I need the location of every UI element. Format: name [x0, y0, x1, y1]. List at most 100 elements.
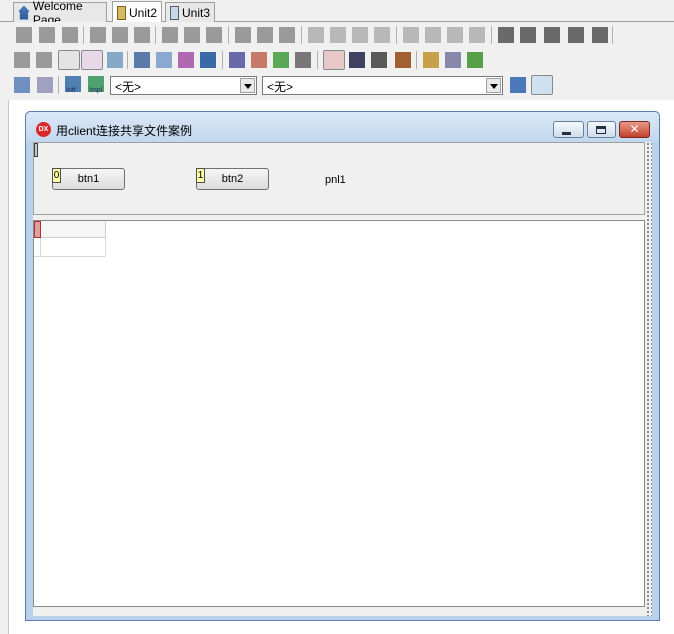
tab-label: Unit2 [128, 5, 157, 20]
align-top-icon[interactable] [90, 27, 106, 43]
space-dec-horz-icon[interactable] [206, 27, 222, 43]
minimize-icon [562, 132, 571, 135]
grid-indicator-cell [34, 221, 41, 238]
tab-unit3[interactable]: Unit3 [165, 2, 215, 22]
paste-icon[interactable] [178, 52, 194, 68]
panel-caption: pnl1 [325, 174, 346, 186]
form-title: 用client连接共享文件案例 [56, 124, 193, 138]
space-inc-horz-icon[interactable] [184, 27, 200, 43]
camera-icon[interactable] [371, 52, 387, 68]
tab-unit2[interactable]: Unit2 [112, 1, 162, 23]
copy-icon[interactable] [156, 52, 172, 68]
space-equal-vert-icon[interactable] [235, 27, 251, 43]
toolbar-separator [612, 26, 613, 44]
toolbar-separator [301, 26, 302, 44]
align-middle-icon[interactable] [134, 27, 150, 43]
tab-order-badge: 1 [196, 168, 205, 183]
space-equal-horz-icon[interactable] [162, 27, 178, 43]
tab-order-icon[interactable] [544, 27, 560, 43]
data-grid[interactable] [33, 220, 645, 607]
package-icon[interactable] [395, 52, 411, 68]
folder-icon[interactable] [423, 52, 439, 68]
send-back-icon[interactable] [469, 27, 485, 43]
panel-pnl1[interactable]: 0 btn1 1 btn2 pnl1 [33, 142, 645, 215]
center-horz-icon[interactable] [403, 27, 419, 43]
toolbar-separator [127, 51, 128, 69]
class-browser-icon[interactable] [14, 77, 30, 93]
form-title-bar[interactable]: DX 用client连接共享文件案例 ✕ [26, 112, 659, 142]
toolbar-separator [491, 26, 492, 44]
toggle-form-button[interactable] [323, 50, 345, 70]
show-grid-button[interactable] [81, 50, 103, 70]
space-dec-vert-icon[interactable] [279, 27, 295, 43]
help-icon[interactable] [467, 52, 483, 68]
chevron-down-icon[interactable] [486, 78, 501, 93]
snap-grid-icon[interactable] [520, 27, 536, 43]
designer-toolbar [0, 48, 674, 72]
grid-layout-icon[interactable] [200, 52, 216, 68]
settings-icon[interactable] [295, 52, 311, 68]
size-shrink-icon[interactable] [374, 27, 390, 43]
text-align-icon[interactable] [510, 77, 526, 93]
lock-controls-icon[interactable] [498, 27, 514, 43]
creation-order-icon[interactable] [568, 27, 584, 43]
run-icon[interactable] [273, 52, 289, 68]
toolbar-separator [416, 51, 417, 69]
toolbar-separator [83, 26, 84, 44]
toolbar-separator [396, 26, 397, 44]
close-button[interactable]: ✕ [619, 121, 650, 138]
align-bottom-icon[interactable] [112, 27, 128, 43]
window-list-icon[interactable] [37, 77, 53, 93]
class-combo-value: <无> [115, 80, 142, 94]
align-right-icon[interactable] [39, 27, 55, 43]
size-both-icon[interactable] [352, 27, 368, 43]
grid-row-indicator [34, 238, 41, 257]
btn2-button[interactable]: 1 btn2 [196, 168, 269, 190]
size-width-icon[interactable] [308, 27, 324, 43]
wizard-icon[interactable] [445, 52, 461, 68]
align-left-icon[interactable] [16, 27, 32, 43]
tab-welcome-page[interactable]: Welcome Page [13, 0, 107, 27]
btn1-label: btn1 [77, 173, 100, 185]
space-inc-vert-icon[interactable] [257, 27, 273, 43]
class-toolbar: Intf Impl <无> <无> [0, 72, 674, 100]
tab-label: Unit3 [181, 5, 210, 20]
image-icon[interactable] [107, 52, 123, 68]
align-center-icon[interactable] [62, 27, 78, 43]
center-vert-icon[interactable] [425, 27, 441, 43]
select-icon[interactable] [14, 52, 30, 68]
btn2-label: btn2 [221, 173, 244, 185]
editor-tab-strip: Welcome Page Unit2 Unit3 [0, 0, 674, 27]
flip-icon[interactable] [592, 27, 608, 43]
chevron-down-icon[interactable] [240, 78, 255, 93]
table-icon[interactable] [134, 52, 150, 68]
unit-icon [117, 5, 126, 20]
btn1-button[interactable]: 0 btn1 [52, 168, 125, 190]
chart-icon[interactable] [229, 52, 245, 68]
class-combo[interactable]: <无> [110, 76, 257, 95]
form-window[interactable]: DX 用client连接共享文件案例 ✕ 0 btn1 1 btn2 pnl1 [25, 111, 660, 621]
intf-label: Intf [66, 87, 76, 94]
align-toolbar [0, 22, 674, 48]
toolbar-separator [58, 76, 59, 94]
show-component-button[interactable] [58, 50, 80, 70]
bring-front-icon[interactable] [447, 27, 463, 43]
close-icon: ✕ [629, 122, 640, 136]
method-combo[interactable]: <无> [262, 76, 503, 95]
color-icon[interactable] [251, 52, 267, 68]
maximize-icon [596, 126, 606, 134]
minimize-button[interactable] [553, 121, 584, 138]
size-height-icon[interactable] [330, 27, 346, 43]
lock-icon[interactable] [349, 52, 365, 68]
grid-row[interactable] [34, 238, 106, 257]
toolbar-separator [155, 26, 156, 44]
select-all-icon[interactable] [36, 52, 52, 68]
form-client-area: 0 btn1 1 btn2 pnl1 [33, 142, 652, 616]
maximize-button[interactable] [587, 121, 616, 138]
toolbar-separator [317, 51, 318, 69]
selection-marker [34, 143, 38, 157]
view-toggle-button[interactable] [531, 75, 553, 95]
toolbar-separator [228, 26, 229, 44]
app-logo-icon: DX [36, 122, 51, 137]
unit-icon [170, 5, 179, 20]
